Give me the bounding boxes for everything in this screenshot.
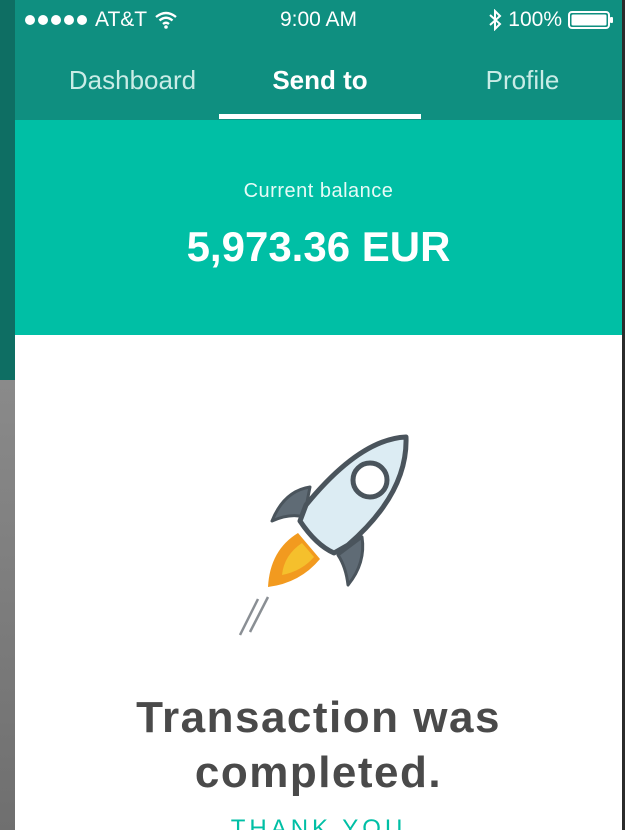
rocket-icon: [238, 434, 409, 636]
thank-you-text: THANK YOU: [230, 815, 407, 830]
battery-percent: 100%: [508, 8, 562, 31]
balance-amount: 5,973.36 EUR: [186, 223, 451, 270]
tab-profile[interactable]: Profile: [445, 64, 600, 104]
status-right: 100%: [488, 8, 614, 32]
active-tab-indicator: [219, 114, 421, 119]
battery-icon: [568, 11, 613, 29]
balance-panel: Current balance 5,973.36 EUR: [15, 120, 622, 335]
balance-label: Current balance: [243, 180, 394, 202]
tab-dashboard[interactable]: Dashboard: [45, 64, 220, 104]
previous-screen-edge: [0, 0, 15, 830]
bluetooth-icon: [489, 9, 502, 31]
tab-send-to[interactable]: Send to: [220, 64, 420, 104]
message-line-2: completed.: [194, 748, 443, 797]
status-bar: AT&T 9:00 AM 100%: [15, 0, 622, 42]
phone-screen: AT&T 9:00 AM 100% Dashboard Send to Prof…: [15, 0, 622, 830]
transaction-message: Transaction was completed.: [15, 690, 622, 800]
tab-bar: Dashboard Send to Profile: [15, 42, 622, 120]
message-line-1: Transaction was: [136, 693, 501, 742]
